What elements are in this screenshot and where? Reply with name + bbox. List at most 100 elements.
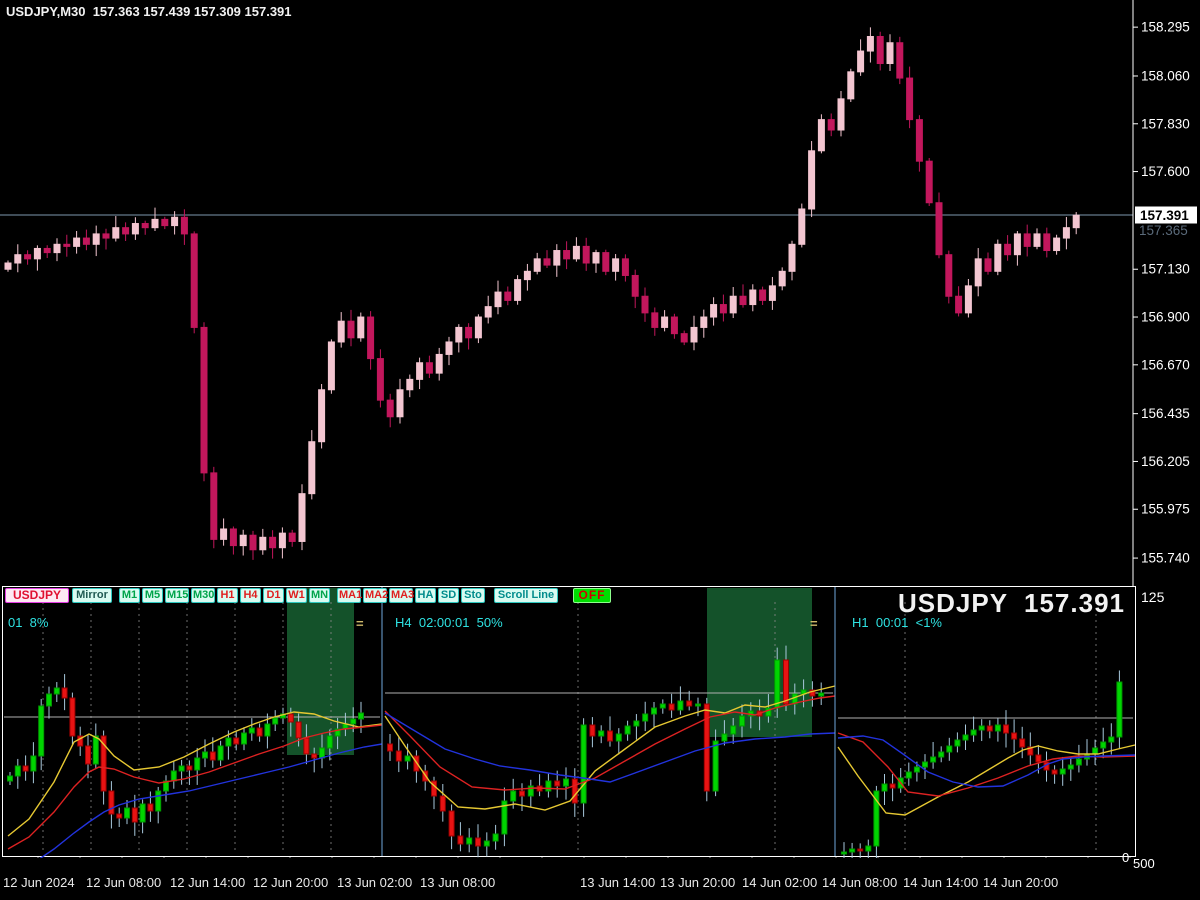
candle-body <box>947 746 952 752</box>
toolbar-button-m5[interactable]: M5 <box>142 588 163 603</box>
candle-body <box>475 317 481 338</box>
candle-body <box>203 752 208 758</box>
candle-body <box>740 716 745 726</box>
candle-body <box>44 248 50 252</box>
equals-glyph-1[interactable]: = <box>356 616 364 631</box>
price-tick-label: 156.205 <box>1141 454 1190 469</box>
candle-body <box>476 838 481 846</box>
ma-line-yellow <box>838 745 1135 815</box>
candle-body <box>687 701 692 706</box>
candle-body <box>923 762 928 767</box>
candle-body <box>799 209 805 244</box>
toolbar-button-m30[interactable]: M30 <box>191 588 215 603</box>
candle-body <box>113 228 119 238</box>
candle-body <box>515 280 521 301</box>
candle-body <box>348 321 354 338</box>
candle-body <box>906 772 911 778</box>
candle-body <box>240 535 246 545</box>
candle-body <box>956 296 962 313</box>
toolbar-button-ma1[interactable]: MA1 <box>337 588 361 603</box>
indicator-scale-zero: 0 <box>1122 850 1129 865</box>
candle-body <box>218 746 223 760</box>
candle-body <box>221 529 227 539</box>
candle-body <box>407 379 413 389</box>
candle-body <box>458 836 463 844</box>
time-axis-label: 13 Jun 08:00 <box>420 875 495 890</box>
candle-body <box>890 784 895 788</box>
toolbar-button-mirror[interactable]: Mirror <box>72 588 112 603</box>
candle-body <box>858 849 863 851</box>
candle-body <box>1073 215 1079 227</box>
toolbar-button-d1[interactable]: D1 <box>263 588 284 603</box>
toolbar-button-h1[interactable]: H1 <box>217 588 238 603</box>
candle-body <box>162 219 168 225</box>
price-tick-label: 155.740 <box>1141 551 1190 566</box>
candle-body <box>1004 725 1009 733</box>
price-tick-label: 157.600 <box>1141 164 1190 179</box>
candle-body <box>593 253 599 263</box>
candle-body <box>47 694 52 706</box>
candle-body <box>467 838 472 844</box>
toolbar-button-h4[interactable]: H4 <box>240 588 261 603</box>
mini-chart-label-m30: 01 8% <box>8 615 48 630</box>
candle-body <box>722 734 727 741</box>
candle-body <box>643 714 648 721</box>
candle-body <box>289 533 295 541</box>
toolbar-button-scroll-line[interactable]: Scroll Line <box>494 588 558 603</box>
toolbar-button-mn[interactable]: MN <box>309 588 330 603</box>
toolbar-button-ha[interactable]: HA <box>415 588 436 603</box>
time-axis-label: 14 Jun 08:00 <box>822 875 897 890</box>
candle-body <box>54 688 59 694</box>
candle-body <box>288 714 293 722</box>
candle-body <box>250 535 256 550</box>
candle-body <box>625 726 630 734</box>
candle-body <box>436 354 442 373</box>
symbol-price-label: USDJPY 157.391 <box>898 588 1125 619</box>
candle-body <box>156 791 161 811</box>
price-tick-label: 156.435 <box>1141 406 1190 421</box>
candle-body <box>125 808 130 818</box>
toolbar-button-usdjpy[interactable]: USDJPY <box>5 588 69 603</box>
toolbar-button-m15[interactable]: M15 <box>165 588 189 603</box>
main-chart[interactable]: 158.295158.060157.830157.600157.130156.9… <box>0 0 1200 586</box>
candle-body <box>93 736 98 764</box>
candle-body <box>86 746 91 764</box>
candle-body <box>265 724 270 736</box>
toolbar-button-w1[interactable]: W1 <box>286 588 307 603</box>
candle-body <box>211 473 217 539</box>
candle-body <box>1044 234 1050 251</box>
candle-body <box>417 363 423 380</box>
candle-body <box>652 313 658 328</box>
candle-body <box>963 735 968 740</box>
toolbar-button-ma2[interactable]: MA2 <box>363 588 387 603</box>
candle-body <box>396 751 401 761</box>
candle-body <box>642 296 648 313</box>
candle-body <box>971 730 976 735</box>
candle-body <box>740 296 746 304</box>
candle-body <box>440 796 445 811</box>
candle-body <box>634 721 639 726</box>
candle-body <box>916 120 922 162</box>
candle-body <box>405 756 410 761</box>
toolbar-button-ma3[interactable]: MA3 <box>389 588 413 603</box>
price-tick-label: 155.975 <box>1141 502 1190 517</box>
toolbar-button-off[interactable]: OFF <box>573 588 611 603</box>
candle-body <box>31 756 36 771</box>
candle-body <box>546 781 551 791</box>
candle-body <box>897 43 903 78</box>
candle-body <box>907 78 913 120</box>
toolbar-button-m1[interactable]: M1 <box>119 588 140 603</box>
equals-glyph-2[interactable]: = <box>810 616 818 631</box>
toolbar-button-sto[interactable]: Sto <box>461 588 485 603</box>
candle-body <box>64 244 70 246</box>
candle-body <box>939 752 944 757</box>
price-tick-label: 156.670 <box>1141 357 1190 372</box>
time-axis-label: 12 Jun 08:00 <box>86 875 161 890</box>
candle-body <box>210 752 215 760</box>
candle-body <box>359 713 364 719</box>
mtf-panel-charts[interactable] <box>0 586 1200 858</box>
candle-body <box>660 704 665 708</box>
candle-body <box>260 537 266 549</box>
candle-body <box>931 757 936 762</box>
toolbar-button-sd[interactable]: SD <box>438 588 459 603</box>
